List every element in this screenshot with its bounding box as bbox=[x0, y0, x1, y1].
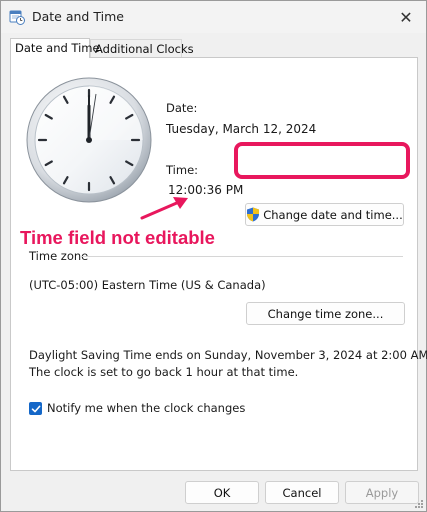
apply-button[interactable]: Apply bbox=[345, 481, 419, 504]
change-date-and-time-label: Change date and time... bbox=[263, 207, 403, 222]
close-icon: ✕ bbox=[399, 7, 413, 27]
date-label: Date: bbox=[166, 101, 198, 115]
dst-info-line-1: Daylight Saving Time ends on Sunday, Nov… bbox=[29, 348, 427, 362]
change-date-and-time-button[interactable]: Change date and time... bbox=[245, 203, 404, 226]
checkmark-icon bbox=[31, 405, 40, 412]
date-and-time-panel: Date: Tuesday, March 12, 2024 Time: 12:0… bbox=[10, 57, 427, 471]
annotation-label: Time field not editable bbox=[20, 227, 215, 248]
time-zone-value: (UTC-05:00) Eastern Time (US & Canada) bbox=[29, 278, 266, 292]
dst-info-line-2: The clock is set to go back 1 hour at th… bbox=[29, 365, 299, 379]
resize-grip-icon[interactable] bbox=[414, 499, 424, 509]
date-and-time-window: Date and Time ✕ Date and Time Additional… bbox=[0, 0, 427, 512]
close-button[interactable]: ✕ bbox=[392, 5, 420, 29]
cancel-button-label: Cancel bbox=[282, 485, 322, 500]
date-value: Tuesday, March 12, 2024 bbox=[166, 122, 317, 136]
title-bar: Date and Time ✕ bbox=[1, 1, 426, 33]
ok-button[interactable]: OK bbox=[185, 481, 259, 504]
ok-button-label: OK bbox=[213, 485, 231, 500]
time-label: Time: bbox=[166, 163, 199, 177]
dialog-footer: OK Cancel Apply bbox=[1, 471, 426, 511]
annotation-arrow bbox=[140, 197, 188, 220]
window-title: Date and Time bbox=[32, 9, 124, 24]
highlight-box-change-date-time bbox=[234, 142, 410, 179]
time-zone-divider bbox=[81, 256, 403, 257]
date-time-app-icon bbox=[9, 10, 25, 25]
cancel-button[interactable]: Cancel bbox=[265, 481, 339, 504]
uac-shield-icon bbox=[247, 207, 260, 222]
change-time-zone-label: Change time zone... bbox=[267, 306, 384, 321]
change-time-zone-button[interactable]: Change time zone... bbox=[246, 302, 405, 325]
notify-checkbox[interactable] bbox=[29, 402, 42, 415]
apply-button-label: Apply bbox=[365, 485, 399, 500]
notify-checkbox-label: Notify me when the clock changes bbox=[47, 401, 246, 415]
tab-date-and-time[interactable]: Date and Time bbox=[10, 38, 100, 58]
analog-clock-image bbox=[26, 77, 152, 203]
tab-additional-clocks[interactable]: Additional Clocks bbox=[90, 39, 194, 58]
